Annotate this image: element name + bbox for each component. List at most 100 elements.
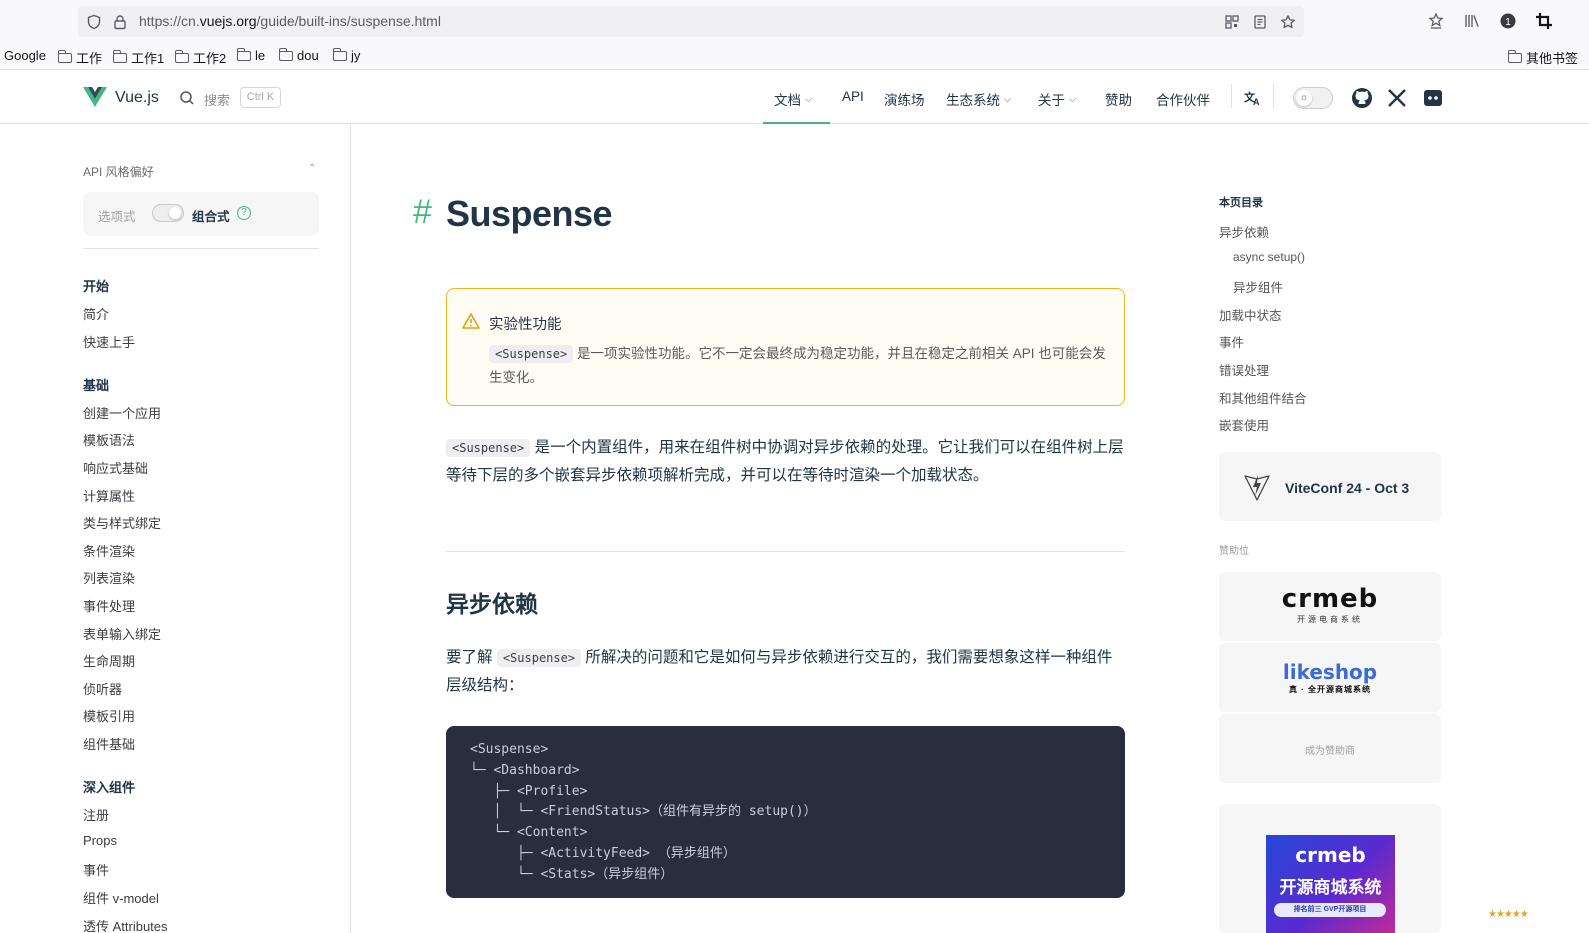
- help-icon[interactable]: ?: [237, 206, 251, 220]
- toc-item[interactable]: 嵌套使用: [1219, 415, 1269, 434]
- sidebar: API 风格偏好 ⌃ 选项式 组合式 ? 开始 简介 快速上手 基础 创建一个应…: [0, 125, 351, 933]
- sidebar-item[interactable]: 计算属性: [83, 486, 135, 505]
- api-preference-switcher: 选项式 组合式 ?: [83, 192, 319, 236]
- toc-item[interactable]: 异步依赖: [1219, 222, 1269, 241]
- sidebar-item[interactable]: 模板引用: [83, 706, 135, 725]
- section-paragraph: 要了解 <Suspense> 所解决的问题和它是如何与异步依赖进行交互的，我们需…: [446, 649, 1113, 694]
- sidebar-item[interactable]: 列表渲染: [83, 568, 135, 587]
- account-badge-icon[interactable]: 1: [1499, 12, 1517, 30]
- bookmark-folder-work1[interactable]: 工作1: [113, 48, 164, 67]
- viteconf-text: ViteConf 24 - Oct 3: [1285, 480, 1410, 496]
- toc-item[interactable]: async setup(): [1233, 250, 1305, 264]
- sponsor-likeshop[interactable]: likeshop 真 · 全开源商城系统: [1219, 643, 1441, 712]
- crmeb-logo: crmeb 开源电商系统: [1281, 584, 1379, 624]
- sidebar-item[interactable]: 表单输入绑定: [83, 624, 161, 643]
- sidebar-group-title: 基础: [83, 378, 110, 393]
- sidebar-item[interactable]: 生命周期: [83, 651, 135, 670]
- code-line: └─ <Dashboard>: [470, 762, 580, 778]
- vite-logo-icon: [1244, 475, 1270, 501]
- toc-item[interactable]: 事件: [1219, 332, 1244, 351]
- translate-icon[interactable]: 文A: [1242, 87, 1264, 109]
- discord-icon[interactable]: [1422, 87, 1444, 109]
- url-bar[interactable]: https://cn.vuejs.org/guide/built-ins/sus…: [78, 6, 1304, 37]
- search-icon[interactable]: [179, 90, 195, 106]
- toc-item[interactable]: 错误处理: [1219, 360, 1269, 379]
- site-header: Vue.js 搜索 Ctrl K 文档 ⌵ API 演练场 生态系统 ⌵ 关于 ⌵ 赞…: [0, 70, 1589, 124]
- sidebar-group-title: 深入组件: [83, 780, 136, 795]
- section-heading: 异步依赖: [446, 591, 538, 617]
- ad-image[interactable]: crmeb 开源商城系统 排名前三 GVP开源项目: [1266, 835, 1395, 933]
- sidebar-item[interactable]: 事件处理: [83, 596, 135, 615]
- page-title: Suspense: [446, 193, 613, 234]
- nav-api[interactable]: API: [842, 89, 864, 104]
- reader-view-icon[interactable]: [1252, 14, 1268, 30]
- sidebar-item[interactable]: 事件: [83, 860, 109, 879]
- api-style-toggle[interactable]: [152, 204, 184, 222]
- qr-code-icon[interactable]: [1224, 14, 1240, 30]
- sponsor-label: 赞助位: [1219, 546, 1249, 557]
- nav-playground[interactable]: 演练场: [884, 89, 925, 109]
- sidebar-item[interactable]: 创建一个应用: [83, 403, 161, 422]
- url-text[interactable]: https://cn.vuejs.org/guide/built-ins/sus…: [139, 13, 441, 29]
- rating-stars-icon: ★★★★★: [1488, 909, 1529, 920]
- intro-paragraph: <Suspense> 是一个内置组件，用来在组件树中协调对异步依赖的处理。它让我…: [446, 439, 1124, 484]
- nav-about[interactable]: 关于 ⌵: [1038, 89, 1076, 109]
- bookmark-folder-le[interactable]: le: [237, 48, 265, 63]
- bookmark-folder-work2[interactable]: 工作2: [175, 48, 226, 67]
- chevron-down-icon: ⌵: [805, 93, 812, 104]
- toc-item[interactable]: 加载中状态: [1219, 305, 1282, 324]
- bookmark-folder-work[interactable]: 工作: [58, 48, 102, 67]
- warning-callout: 实验性功能 <Suspense> 是一项实验性功能。它不一定会最终成为稳定功能，…: [446, 288, 1125, 406]
- likeshop-logo: likeshop 真 · 全开源商城系统: [1282, 660, 1378, 694]
- sidebar-item[interactable]: 侦听器: [83, 679, 122, 698]
- sidebar-item[interactable]: 透传 Attributes: [83, 916, 168, 933]
- sidebar-item[interactable]: 类与样式绑定: [83, 513, 161, 532]
- nav-sponsor[interactable]: 赞助: [1105, 89, 1132, 109]
- options-api-label[interactable]: 选项式: [98, 206, 136, 225]
- sidebar-item[interactable]: Props: [83, 833, 117, 848]
- lock-icon[interactable]: [112, 14, 128, 30]
- folder-icon: [237, 48, 251, 61]
- dark-mode-toggle[interactable]: ☼: [1293, 87, 1333, 109]
- nav-docs[interactable]: 文档 ⌵: [774, 89, 812, 109]
- bookmark-folder-other[interactable]: 其他书签: [1508, 48, 1578, 67]
- site-logo-text[interactable]: Vue.js: [115, 89, 159, 107]
- github-icon[interactable]: [1351, 87, 1373, 109]
- chevron-down-icon: ⌵: [1069, 93, 1076, 104]
- sponsor-crmeb[interactable]: crmeb 开源电商系统: [1219, 572, 1441, 641]
- composition-api-label[interactable]: 组合式: [192, 206, 230, 225]
- bookmark-google[interactable]: Google: [4, 48, 46, 63]
- x-twitter-icon[interactable]: [1386, 87, 1408, 109]
- sidebar-item[interactable]: 注册: [83, 805, 109, 824]
- pocket-icon[interactable]: [1427, 12, 1445, 30]
- library-icon[interactable]: [1463, 12, 1481, 30]
- nav-ecosystem[interactable]: 生态系统 ⌵: [946, 89, 1011, 109]
- toc-item[interactable]: 和其他组件结合: [1219, 388, 1307, 407]
- shield-icon[interactable]: [86, 14, 102, 30]
- heading-anchor[interactable]: #: [413, 193, 432, 232]
- sidebar-item-quick-start[interactable]: 快速上手: [83, 332, 135, 351]
- toc-item[interactable]: 异步组件: [1233, 277, 1283, 296]
- browser-toolbar: https://cn.vuejs.org/guide/built-ins/sus…: [0, 0, 1589, 42]
- warning-title: 实验性功能: [489, 317, 562, 333]
- sidebar-item-intro[interactable]: 简介: [83, 304, 109, 323]
- code-block[interactable]: <Suspense> └─ <Dashboard> ├─ <Profile> │…: [446, 726, 1125, 898]
- screenshot-crop-icon[interactable]: [1535, 12, 1553, 30]
- sidebar-item[interactable]: 组件 v-model: [83, 888, 159, 907]
- divider: [83, 248, 319, 249]
- sidebar-item[interactable]: 模板语法: [83, 430, 135, 449]
- inline-code: <Suspense>: [446, 439, 531, 457]
- sidebar-item[interactable]: 响应式基础: [83, 458, 148, 477]
- become-sponsor-button[interactable]: 成为赞助商: [1219, 714, 1441, 783]
- viteconf-banner[interactable]: ViteConf 24 - Oct 3: [1219, 452, 1441, 521]
- bookmark-star-icon[interactable]: [1280, 14, 1296, 30]
- nav-partners[interactable]: 合作伙伴: [1156, 89, 1210, 109]
- bookmark-folder-jy[interactable]: jy: [333, 48, 360, 63]
- chevron-up-icon[interactable]: ⌃: [308, 163, 316, 174]
- sidebar-item[interactable]: 组件基础: [83, 734, 135, 753]
- search-shortcut-hint: Ctrl K: [240, 87, 281, 108]
- search-button[interactable]: 搜索: [204, 90, 230, 109]
- vue-logo-icon[interactable]: [83, 87, 107, 107]
- bookmark-folder-dou[interactable]: dou: [279, 48, 319, 63]
- sidebar-item[interactable]: 条件渲染: [83, 541, 135, 560]
